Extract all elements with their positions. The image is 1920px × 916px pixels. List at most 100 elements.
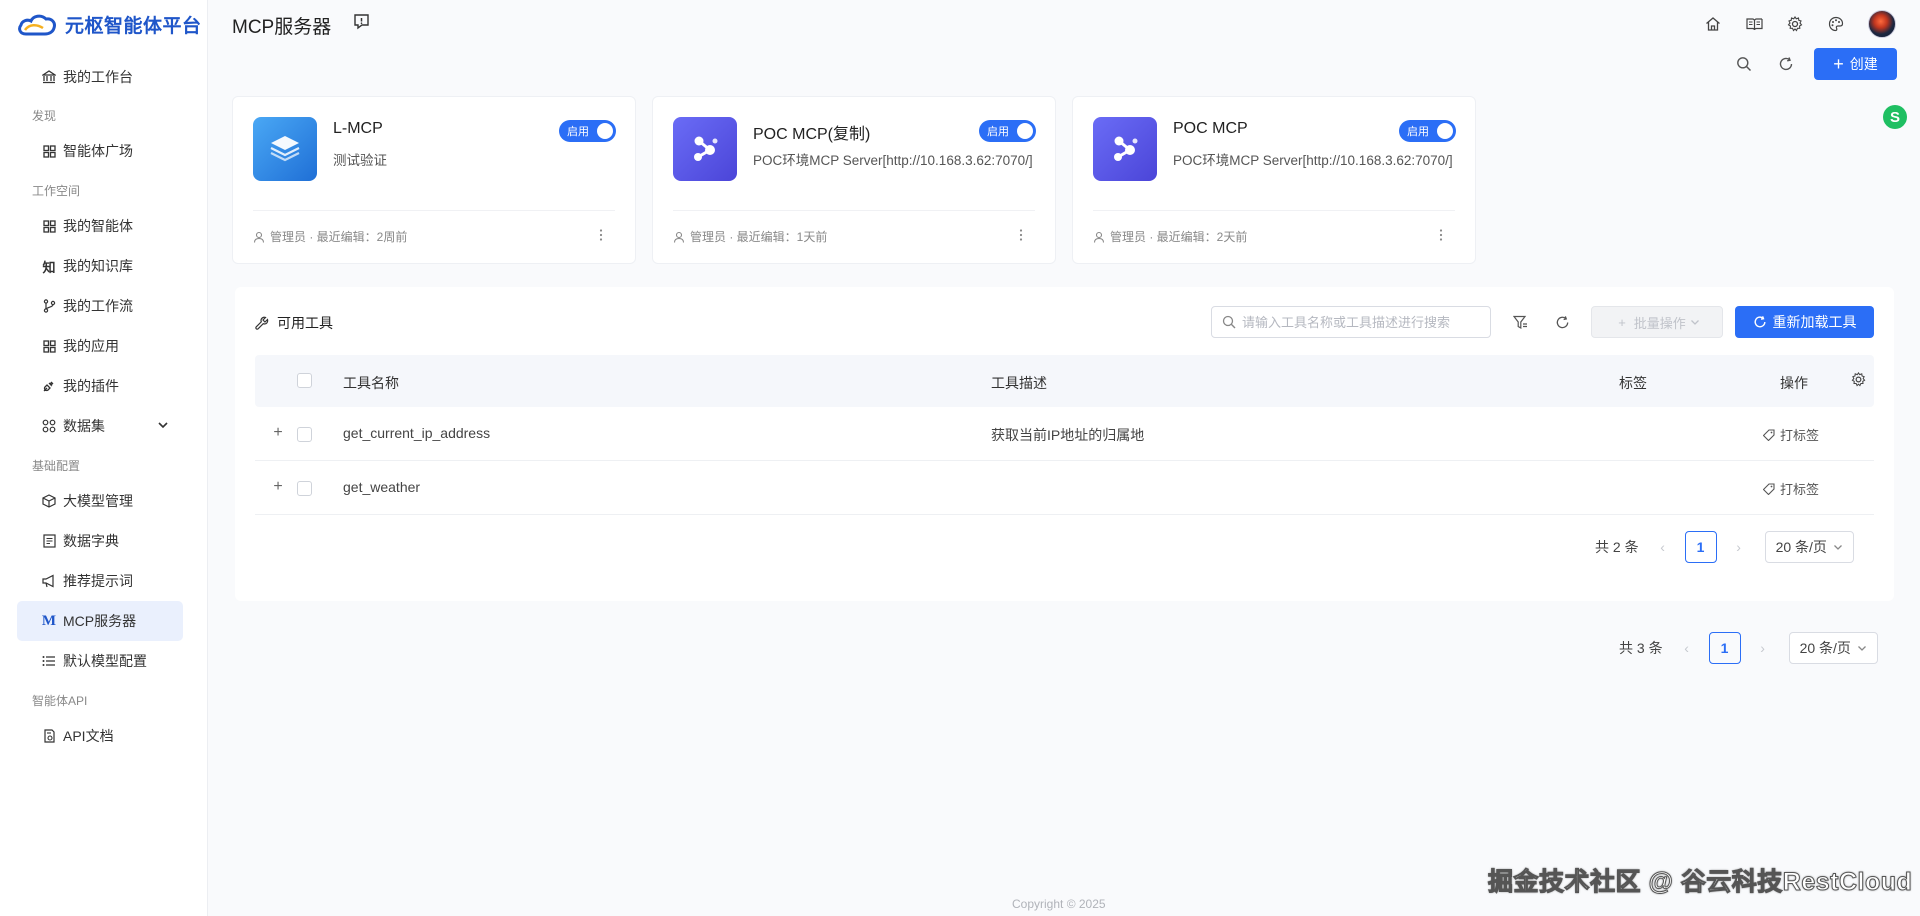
pagination-total: 共 2 条	[1595, 539, 1639, 555]
column-header-name[interactable]: 工具名称	[343, 373, 399, 393]
refresh-icon[interactable]	[1551, 311, 1573, 333]
table-row[interactable]: + get_weather 打标签	[255, 461, 1874, 515]
server-status-toggle[interactable]: 启用	[1399, 120, 1456, 142]
more-vertical-icon[interactable]	[1013, 225, 1029, 245]
create-button[interactable]: + 创建	[1814, 48, 1897, 80]
server-status-toggle[interactable]: 启用	[559, 120, 616, 142]
column-header-ops[interactable]: 操作	[1780, 373, 1808, 393]
tag-action-button[interactable]: 打标签	[1763, 479, 1819, 498]
nav-group-api: 智能体API	[32, 694, 88, 708]
batch-operation-label: 批量操作	[1633, 315, 1686, 331]
filter-icon[interactable]	[1509, 311, 1531, 333]
row-checkbox[interactable]	[297, 481, 312, 496]
sidebar-item-dataset[interactable]: 数据集	[17, 406, 183, 446]
tools-panel: 可用工具 + 批量操作 重新加载工具 工具名称 工具描述 标签 操作 + get…	[235, 287, 1894, 601]
nav-group-config: 基础配置	[32, 459, 81, 473]
reload-icon	[1754, 316, 1766, 328]
branch-icon	[41, 298, 57, 314]
server-desc: POC环境MCP Server[http://10.168.3.62:7070/…	[753, 153, 1033, 168]
feedback-icon[interactable]	[353, 13, 370, 30]
tag-action-button[interactable]: 打标签	[1763, 425, 1819, 444]
sidebar-item-label: 我的应用	[63, 338, 119, 354]
sidebar-item-agent-square[interactable]: 智能体广场	[17, 131, 183, 171]
sidebar-item-my-agents[interactable]: 我的智能体	[17, 206, 183, 246]
docs-icon[interactable]	[1744, 14, 1764, 34]
sidebar-item-default-model[interactable]: 默认模型配置	[17, 641, 183, 681]
plug-icon	[41, 378, 57, 394]
batch-operation-button[interactable]: + 批量操作	[1591, 306, 1723, 338]
tool-search-box[interactable]	[1211, 306, 1491, 338]
toggle-knob	[1437, 123, 1453, 139]
page-size-select[interactable]: 20 条/页	[1764, 531, 1854, 563]
server-status-toggle[interactable]: 启用	[979, 120, 1036, 142]
grid-icon	[41, 338, 57, 354]
expand-row-icon[interactable]: +	[271, 424, 285, 442]
sidebar-item-label: 大模型管理	[63, 493, 133, 509]
chevron-down-icon	[1857, 646, 1866, 651]
server-card[interactable]: L-MCP 测试验证 启用 管理员 · 最近编辑：2周前	[232, 96, 636, 264]
card-divider	[673, 210, 1035, 211]
sidebar-item-label: 数据集	[63, 418, 105, 434]
select-all-checkbox[interactable]	[297, 373, 312, 388]
server-name[interactable]: POC MCP(复制)	[753, 120, 870, 144]
servers-pagination: 共 3 条 ‹ 1 › 20 条/页	[1619, 632, 1878, 664]
home-icon[interactable]	[1703, 14, 1723, 34]
column-settings-icon[interactable]	[1851, 372, 1866, 387]
search-icon[interactable]	[1733, 53, 1755, 75]
nav-group-discover: 发现	[32, 109, 57, 123]
page-button[interactable]: 1	[1708, 632, 1741, 664]
prev-page-icon[interactable]: ‹	[1653, 539, 1673, 555]
server-desc: 测试验证	[333, 153, 387, 168]
cloud-logo-icon	[18, 14, 56, 35]
refresh-icon[interactable]	[1775, 53, 1797, 75]
more-vertical-icon[interactable]	[1433, 225, 1449, 245]
toggle-label: 启用	[1407, 126, 1429, 138]
page-button[interactable]: 1	[1684, 531, 1717, 563]
user-avatar[interactable]	[1868, 10, 1896, 38]
sidebar-item-workbench[interactable]: 我的工作台	[17, 57, 183, 97]
palette-icon[interactable]	[1826, 14, 1846, 34]
column-header-tags[interactable]: 标签	[1619, 373, 1647, 393]
sidebar-item-mcp[interactable]: M MCP服务器	[17, 601, 183, 641]
sidebar-item-label: API文档	[63, 728, 114, 744]
toggle-label: 启用	[987, 126, 1009, 138]
server-name[interactable]: L-MCP	[333, 120, 383, 138]
server-meta-text: 管理员 · 最近编辑：1天前	[690, 230, 828, 244]
settings-icon[interactable]	[1785, 14, 1805, 34]
reload-tools-button[interactable]: 重新加载工具	[1735, 306, 1874, 338]
row-checkbox[interactable]	[297, 427, 312, 442]
chevron-down-icon[interactable]	[157, 419, 169, 431]
sidebar-item-plugins[interactable]: 我的插件	[17, 366, 183, 406]
sidebar-item-llm[interactable]: 大模型管理	[17, 481, 183, 521]
molecule-icon	[1093, 117, 1157, 181]
sidebar-item-dictionary[interactable]: 数据字典	[17, 521, 183, 561]
server-card[interactable]: POC MCP(复制) POC环境MCP Server[http://10.16…	[652, 96, 1056, 264]
more-vertical-icon[interactable]	[593, 225, 609, 245]
toggle-knob	[597, 123, 613, 139]
next-page-icon[interactable]: ›	[1753, 640, 1773, 656]
next-page-icon[interactable]: ›	[1729, 539, 1749, 555]
sidebar-item-label: 智能体广场	[63, 143, 133, 159]
server-card[interactable]: POC MCP POC环境MCP Server[http://10.168.3.…	[1072, 96, 1476, 264]
tools-pagination: 共 2 条 ‹ 1 › 20 条/页	[1595, 531, 1854, 563]
table-row[interactable]: + get_current_ip_address 获取当前IP地址的归属地 打标…	[255, 407, 1874, 461]
sidebar-item-workflow[interactable]: 我的工作流	[17, 286, 183, 326]
sidebar-item-label: 推荐提示词	[63, 573, 133, 589]
expand-row-icon[interactable]: +	[271, 478, 285, 496]
server-name[interactable]: POC MCP	[1173, 120, 1248, 138]
sidebar-item-apps[interactable]: 我的应用	[17, 326, 183, 366]
sidebar-item-prompts[interactable]: 推荐提示词	[17, 561, 183, 601]
sidebar-item-knowledge[interactable]: 知 我的知识库	[17, 246, 183, 286]
server-meta: 管理员 · 最近编辑：2周前	[253, 228, 407, 245]
grid-icon	[41, 143, 57, 159]
prev-page-icon[interactable]: ‹	[1677, 640, 1697, 656]
page-size-select[interactable]: 20 条/页	[1788, 632, 1878, 664]
column-header-desc[interactable]: 工具描述	[991, 373, 1047, 393]
tool-search-input[interactable]	[1242, 314, 1482, 330]
tools-title: 可用工具	[255, 313, 333, 333]
card-divider	[1093, 210, 1455, 211]
sidebar-item-api-docs[interactable]: API文档	[17, 716, 183, 756]
app-logo[interactable]: 元枢智能体平台	[17, 11, 202, 38]
assistant-float-icon[interactable]: S	[1883, 105, 1907, 129]
tool-name: get_weather	[343, 479, 421, 495]
